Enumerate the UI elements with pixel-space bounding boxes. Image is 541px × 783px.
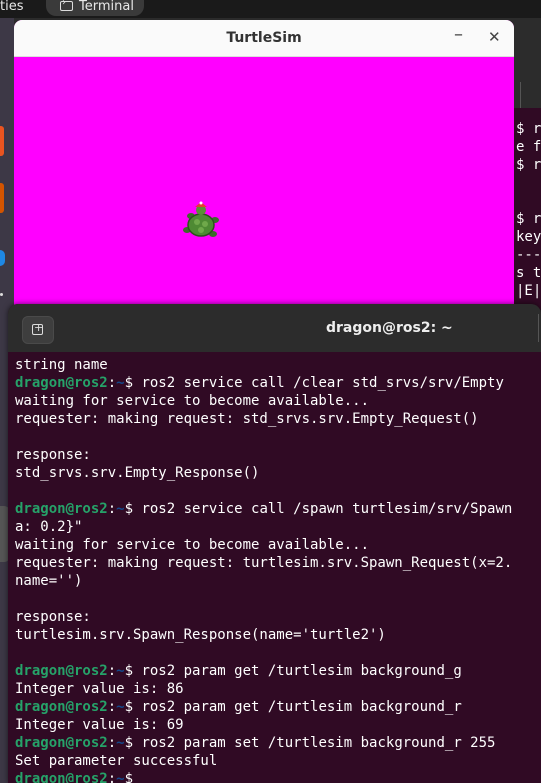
output-line: waiting for service to become available.… — [15, 537, 370, 553]
prompt-path: ~ — [116, 735, 125, 751]
terminal-line: s t — [516, 265, 541, 281]
terminal-line: |E| — [516, 283, 541, 299]
command-text: $ ros2 param get /turtlesim background_r — [124, 699, 462, 715]
prompt-user: dragon@ros2 — [15, 375, 108, 391]
turtle-icon — [183, 201, 219, 237]
terminal-line: --- — [516, 247, 541, 263]
prompt-user: dragon@ros2 — [15, 735, 108, 751]
output-line: Integer value is: 86 — [15, 681, 184, 697]
new-tab-button[interactable] — [22, 316, 54, 344]
prompt-colon: : — [107, 663, 117, 679]
turtlesim-window[interactable]: TurtleSim – ✕ — [14, 20, 514, 310]
command-text: $ ros2 service call /clear std_srvs/srv/… — [124, 375, 504, 391]
background-terminal-header — [514, 20, 541, 108]
prompt-colon: : — [107, 501, 117, 517]
background-terminal-text: $ r e fo $ r $ r key --- s t |E| — [516, 120, 541, 300]
prompt-user: dragon@ros2 — [15, 663, 108, 679]
output-line: name='') — [15, 573, 83, 589]
output-line: response: — [15, 447, 91, 463]
prompt-line: dragon@ros2:~$ ros2 service call /spawn … — [15, 500, 541, 518]
output-line: string name — [15, 357, 108, 373]
output-line: std_srvs.srv.Empty_Response() — [15, 465, 260, 481]
prompt-path: ~ — [116, 771, 125, 783]
prompt-colon: : — [107, 771, 117, 783]
new-tab-icon — [32, 321, 43, 335]
activities-button[interactable]: ties — [0, 0, 23, 14]
prompt-path: ~ — [116, 663, 125, 679]
terminal-header[interactable]: dragon@ros2: ~ — [8, 304, 541, 352]
output-line: response: — [15, 609, 91, 625]
minimize-button[interactable]: – — [454, 24, 463, 45]
output-line: a: 0.2}" — [15, 519, 83, 535]
background-terminal-window[interactable]: $ r e fo $ r $ r key --- s t |E| — [514, 20, 541, 310]
terminal-window[interactable]: dragon@ros2: ~ string namedragon@ros2:~$… — [8, 304, 541, 783]
terminal-app-menu[interactable]: Terminal — [46, 0, 144, 16]
prompt-user: dragon@ros2 — [15, 501, 108, 517]
output-line: Integer value is: 69 — [15, 717, 184, 733]
top-bar: ties Terminal — [0, 0, 541, 18]
prompt-user: dragon@ros2 — [15, 699, 108, 715]
prompt-line: dragon@ros2:~$ ros2 param get /turtlesim… — [15, 698, 541, 716]
output-line: turtlesim.srv.Spawn_Response(name='turtl… — [15, 627, 386, 643]
terminal-line: e fo — [516, 139, 541, 155]
dock-app-icon[interactable] — [0, 250, 5, 266]
dock-app-icon[interactable] — [0, 183, 4, 213]
terminal-line: $ r — [516, 211, 541, 227]
header-separator — [538, 314, 539, 342]
prompt-path: ~ — [116, 501, 125, 517]
prompt-colon: : — [107, 375, 117, 391]
prompt-path: ~ — [116, 699, 125, 715]
close-button[interactable]: ✕ — [488, 28, 501, 46]
output-line: requester: making request: turtlesim.srv… — [15, 555, 513, 571]
terminal-output[interactable]: string name dragon@ros2:~$ ros2 service c… — [15, 356, 541, 783]
prompt-colon: : — [107, 735, 117, 751]
header-separator — [520, 82, 521, 108]
prompt-line: dragon@ros2:~$ ros2 service call /clear … — [15, 374, 541, 392]
dock-running-indicator — [0, 293, 3, 296]
output-line: waiting for service to become available.… — [15, 393, 370, 409]
prompt-line: dragon@ros2:~$ ros2 param set /turtlesim… — [15, 734, 541, 752]
command-text: $ ros2 param get /turtlesim background_g — [124, 663, 462, 679]
command-text: $ ros2 service call /spawn turtlesim/srv… — [124, 501, 513, 517]
output-line: requester: making request: std_srvs.srv.… — [15, 411, 479, 427]
prompt-line: dragon@ros2:~$ ros2 param get /turtlesim… — [15, 662, 541, 680]
prompt-path: ~ — [116, 375, 125, 391]
turtlesim-titlebar[interactable]: TurtleSim – ✕ — [14, 20, 514, 57]
terminal-line: key — [516, 229, 541, 245]
prompt-user: dragon@ros2 — [15, 771, 108, 783]
command-text: $ — [124, 771, 142, 783]
app-menu-label: Terminal — [79, 0, 134, 14]
output-line: Set parameter successful — [15, 753, 218, 769]
terminal-title: dragon@ros2: ~ — [326, 320, 453, 336]
terminal-line: $ r — [516, 121, 541, 137]
command-text: $ ros2 param set /turtlesim background_r… — [124, 735, 496, 751]
turtlesim-title: TurtleSim — [226, 30, 302, 46]
prompt-colon: : — [107, 699, 117, 715]
terminal-line: $ r — [516, 157, 541, 173]
dock-app-icon[interactable] — [0, 126, 4, 156]
prompt-line: dragon@ros2:~$ — [15, 770, 541, 783]
terminal-icon — [60, 0, 73, 11]
